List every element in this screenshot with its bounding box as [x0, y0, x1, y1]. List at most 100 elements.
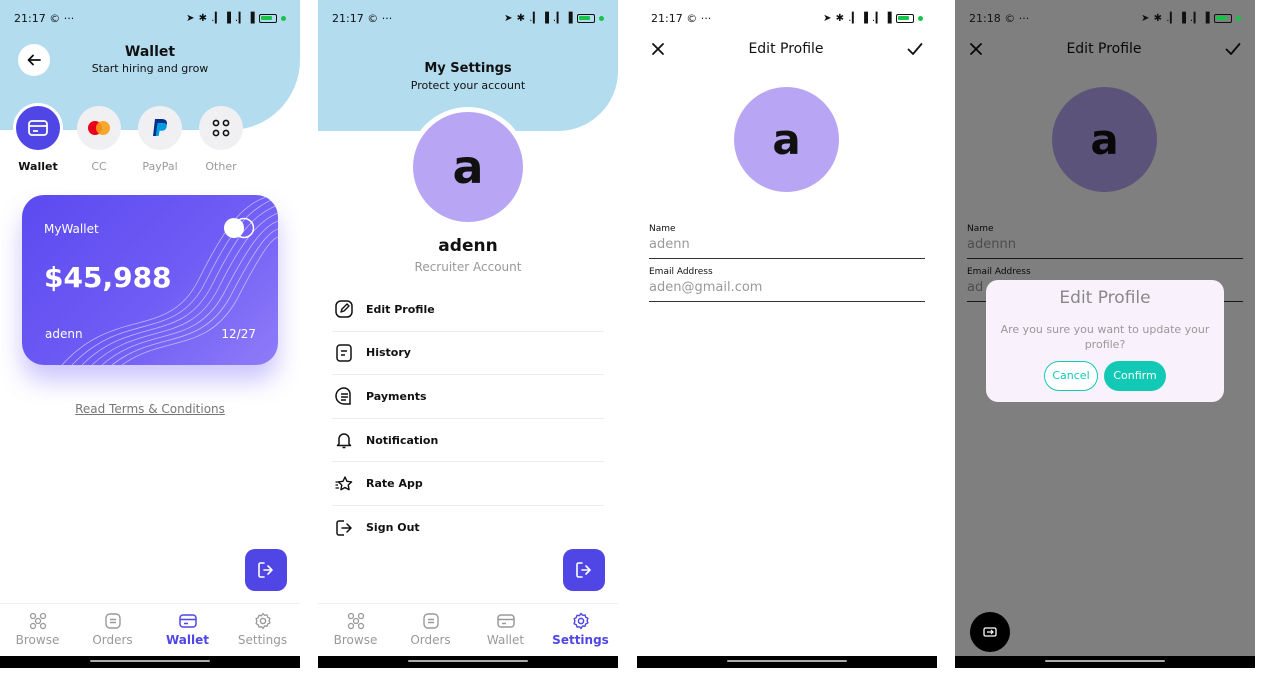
orders-icon [104, 613, 121, 629]
avatar: a [413, 112, 523, 222]
menu-item-payments[interactable]: Payments [332, 375, 604, 419]
payment-method-cc[interactable]: CC [76, 106, 122, 173]
payment-method-wallet[interactable]: Wallet [15, 106, 61, 173]
tab-settings[interactable]: Settings [543, 604, 618, 655]
card-toggle-logo-icon [224, 217, 255, 239]
sign-out-fab[interactable] [563, 549, 605, 591]
dialog-actions: Cancel Confirm [986, 360, 1224, 391]
tab-orders[interactable]: Orders [393, 604, 468, 655]
sign-out-fab[interactable] [245, 549, 287, 591]
status-icons: ➤ ✱ .▎▐ .▎▐ [504, 13, 604, 24]
paypal-icon [153, 119, 167, 136]
edit-icon [335, 300, 353, 319]
menu-item-history[interactable]: History [332, 332, 604, 376]
cancel-button[interactable]: Cancel [1044, 360, 1098, 391]
wallet-icon [496, 614, 515, 628]
card-balance: $45,988 [44, 261, 172, 294]
name-input[interactable]: adenn [649, 234, 925, 258]
edit-profile-screen: 21:17 © ··· ➤ ✱ .▎▐ .▎▐ Edit Profile a N… [637, 0, 937, 668]
payment-method-other[interactable]: Other [198, 106, 244, 173]
settings-menu: Edit Profile History Payments Notificati… [332, 288, 604, 550]
close-icon[interactable] [651, 42, 665, 56]
name-label: Name [649, 224, 676, 234]
browse-icon [347, 612, 364, 630]
tab-wallet[interactable]: Wallet [468, 604, 543, 655]
status-icons: ➤ ✱ .▎▐ .▎▐ [1141, 13, 1241, 24]
sign-out-icon [336, 520, 352, 536]
wallet-icon [178, 614, 197, 628]
page-title: Edit Profile [748, 41, 824, 57]
menu-item-edit-profile[interactable]: Edit Profile [332, 288, 604, 332]
account-role: Recruiter Account [414, 260, 522, 274]
status-time: 21:18 © ··· [969, 11, 1030, 25]
payment-method-paypal[interactable]: PayPal [137, 106, 183, 173]
battery-icon [577, 13, 595, 23]
confirm-button[interactable]: Confirm [1104, 360, 1166, 391]
status-icons: ➤ ✱ .▎▐ .▎▐ [186, 13, 286, 24]
settings-gear-icon [254, 612, 271, 630]
confirm-update-screen: 21:18 © ··· ➤ ✱ .▎▐ .▎▐ Edit Profile a N… [955, 0, 1255, 668]
wallet-card-icon [28, 120, 48, 136]
mastercard-icon [88, 121, 110, 135]
home-indicator [637, 656, 937, 668]
settings-gear-icon [572, 612, 589, 630]
grid-dots-icon [212, 119, 230, 137]
battery-icon [259, 13, 277, 23]
email-label: Email Address [649, 267, 713, 277]
tab-orders[interactable]: Orders [75, 604, 150, 655]
status-time: 21:17 © ··· [332, 11, 393, 25]
card-name: MyWallet [44, 222, 99, 236]
card-owner: adenn [45, 327, 83, 341]
page-title: Wallet [124, 44, 176, 60]
confirm-dialog: Edit Profile Are you sure you want to up… [986, 280, 1224, 402]
terms-link[interactable]: Read Terms & Conditions [0, 402, 300, 416]
star-icon [335, 475, 353, 491]
floating-action-button[interactable] [970, 612, 1010, 652]
status-bar: 21:17 © ··· ➤ ✱ .▎▐ .▎▐ [0, 0, 300, 36]
top-app-bar: Edit Profile [637, 36, 937, 62]
menu-item-notification[interactable]: Notification [332, 419, 604, 463]
tab-wallet[interactable]: Wallet [150, 604, 225, 655]
status-time: 21:17 © ··· [14, 11, 75, 25]
bottom-tab-bar: Browse Orders Wallet Settings [0, 603, 300, 655]
username: adenn [438, 236, 498, 256]
menu-item-sign-out[interactable]: Sign Out [332, 506, 604, 550]
status-icons: ➤ ✱ .▎▐ .▎▐ [823, 13, 923, 24]
home-indicator [318, 656, 618, 668]
page-title: My Settings [424, 61, 512, 76]
status-bar: 21:17 © ··· ➤ ✱ .▎▐ .▎▐ [637, 0, 937, 36]
page-subtitle: Start hiring and grow [91, 62, 209, 75]
status-bar: 21:17 © ··· ➤ ✱ .▎▐ .▎▐ [318, 0, 618, 36]
wallet-card[interactable]: MyWallet $45,988 adenn 12/27 [22, 195, 278, 365]
check-icon[interactable] [907, 42, 923, 56]
history-icon [336, 344, 352, 362]
battery-icon [896, 13, 914, 23]
home-indicator [955, 656, 1255, 668]
avatar[interactable]: a [734, 87, 839, 192]
home-indicator [0, 656, 300, 668]
browse-icon [29, 612, 46, 630]
menu-item-rate-app[interactable]: Rate App [332, 462, 604, 506]
email-input[interactable]: aden@gmail.com [649, 277, 925, 301]
page-subtitle: Protect your account [410, 79, 526, 92]
status-time: 21:17 © ··· [651, 11, 712, 25]
settings-screen: 21:17 © ··· ➤ ✱ .▎▐ .▎▐ My Settings Prot… [318, 0, 618, 668]
email-field[interactable]: Email Address aden@gmail.com [649, 267, 925, 302]
dialog-message: Are you sure you want to update your pro… [1000, 323, 1210, 352]
bell-icon [336, 433, 352, 449]
tab-browse[interactable]: Browse [318, 604, 393, 655]
wallet-screen: 21:17 © ··· ➤ ✱ .▎▐ .▎▐ Wallet Start hir… [0, 0, 300, 668]
name-field[interactable]: Name adenn [649, 224, 925, 259]
status-bar: 21:18 © ··· ➤ ✱ .▎▐ .▎▐ [955, 0, 1255, 36]
battery-icon [1214, 13, 1232, 23]
logout-icon [258, 562, 273, 578]
dialog-title: Edit Profile [1059, 288, 1151, 308]
logout-icon [576, 562, 591, 578]
payments-icon [335, 387, 351, 406]
switch-icon [983, 627, 997, 637]
card-expiry: 12/27 [221, 327, 256, 341]
bottom-tab-bar: Browse Orders Wallet Settings [318, 603, 618, 655]
orders-icon [422, 613, 439, 629]
tab-settings[interactable]: Settings [225, 604, 300, 655]
tab-browse[interactable]: Browse [0, 604, 75, 655]
